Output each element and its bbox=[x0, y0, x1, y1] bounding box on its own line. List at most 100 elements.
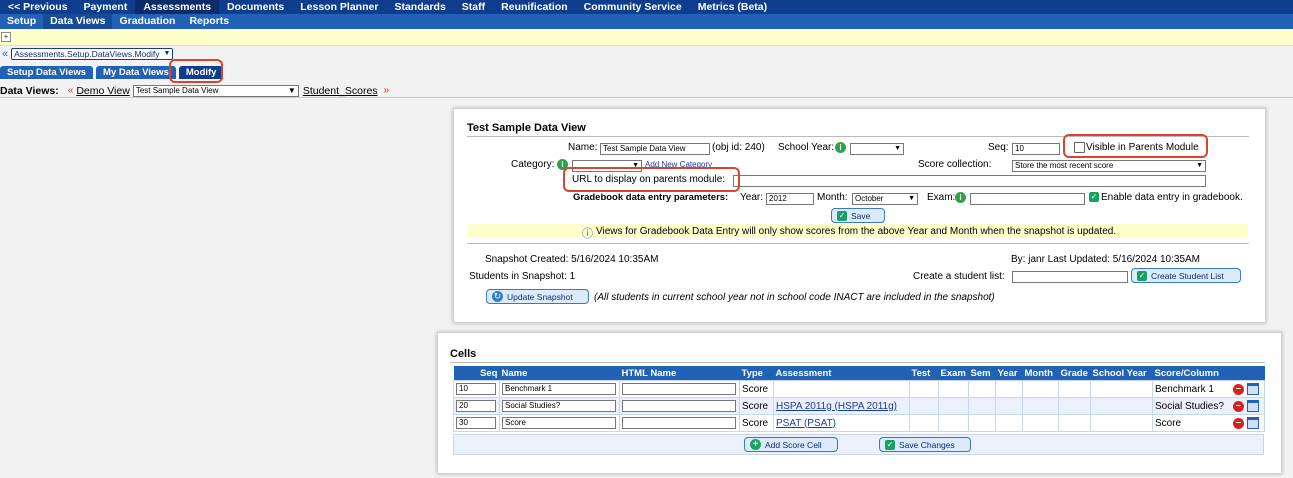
sem-cell bbox=[968, 414, 996, 432]
url-input[interactable] bbox=[733, 175, 1206, 187]
category-label: Category: bbox=[511, 159, 555, 170]
score-column-cell: Benchmark 1 – bbox=[1152, 380, 1265, 398]
calendar-icon[interactable] bbox=[1247, 417, 1259, 429]
tab-my-data-views[interactable]: My Data Views bbox=[96, 66, 176, 79]
delete-icon[interactable]: – bbox=[1233, 400, 1244, 412]
name-cell: Score bbox=[499, 414, 620, 432]
seq-input[interactable]: 30 bbox=[456, 417, 496, 429]
subnav-reports[interactable]: Reports bbox=[182, 14, 236, 29]
seq-input[interactable]: 10 bbox=[1012, 143, 1060, 155]
next-view-link[interactable]: Student_Scores bbox=[303, 85, 378, 97]
col-score-column: Score/Column bbox=[1152, 366, 1265, 381]
save-button[interactable]: ✓ Save bbox=[831, 208, 885, 223]
data-view-select[interactable]: Test Sample Data View ▼ bbox=[132, 84, 299, 97]
students-in-snapshot: Students in Snapshot: 1 bbox=[469, 271, 576, 282]
grade-cell bbox=[1058, 414, 1091, 432]
year-input[interactable]: 2012 bbox=[766, 193, 814, 205]
html-name-input[interactable] bbox=[622, 417, 736, 429]
test-cell bbox=[909, 380, 939, 398]
nav-payment[interactable]: Payment bbox=[76, 0, 136, 14]
info-text: Views for Gradebook Data Entry will only… bbox=[596, 226, 1117, 237]
add-score-cell-label: Add Score Cell bbox=[765, 439, 822, 450]
seq-input[interactable]: 20 bbox=[456, 400, 496, 412]
calendar-icon[interactable] bbox=[1247, 400, 1259, 412]
update-snapshot-button[interactable]: ↻ Update Snapshot bbox=[486, 289, 589, 304]
subnav-data-views[interactable]: Data Views bbox=[43, 14, 113, 29]
sem-cell bbox=[968, 397, 996, 415]
score-collection-value: Store the most recent score bbox=[1015, 161, 1114, 170]
check-icon: ✓ bbox=[837, 210, 847, 221]
url-highlight bbox=[563, 167, 740, 192]
name-input[interactable]: Test Sample Data View bbox=[600, 143, 710, 155]
breadcrumb-select[interactable]: Assessments.Setup.DataViews.Modify ▼ bbox=[11, 48, 174, 60]
info-icon: i bbox=[955, 192, 966, 203]
refresh-icon: ↻ bbox=[492, 291, 503, 302]
seq-cell: 20 bbox=[453, 397, 500, 415]
save-label: Save bbox=[851, 210, 871, 221]
prev-arrow-icon[interactable]: « bbox=[68, 85, 74, 96]
add-score-cell-button[interactable]: + Add Score Cell bbox=[744, 437, 838, 452]
delete-icon[interactable]: – bbox=[1233, 383, 1244, 395]
assessment-cell: PSAT (PSAT) bbox=[773, 414, 910, 432]
save-changes-label: Save Changes bbox=[899, 439, 955, 450]
enable-gradebook-checkbox[interactable]: ✓ bbox=[1089, 192, 1099, 202]
expand-icon[interactable]: + bbox=[1, 32, 11, 42]
assessment-cell[interactable] bbox=[773, 380, 910, 398]
score-collection-select[interactable]: Store the most recent score ▼ bbox=[1012, 160, 1206, 172]
nav-lesson-planner[interactable]: Lesson Planner bbox=[292, 0, 386, 14]
seq-input[interactable]: 10 bbox=[456, 383, 496, 395]
delete-icon[interactable]: – bbox=[1233, 417, 1244, 429]
col-name: Name bbox=[499, 366, 620, 381]
exam-input[interactable] bbox=[970, 193, 1085, 205]
subnav-setup[interactable]: Setup bbox=[0, 14, 43, 29]
col-school-year: School Year bbox=[1090, 366, 1153, 381]
create-list-input[interactable] bbox=[1012, 271, 1128, 283]
col-month: Month bbox=[1022, 366, 1059, 381]
name-input[interactable]: Score bbox=[502, 417, 616, 429]
prev-view-link[interactable]: Demo View bbox=[76, 85, 130, 97]
panel-title: Test Sample Data View bbox=[467, 122, 586, 134]
month-cell bbox=[1022, 380, 1059, 398]
obj-id-text: (obj id: 240) bbox=[712, 142, 765, 153]
data-views-label: Data Views: bbox=[0, 84, 59, 97]
create-student-list-button[interactable]: ✓ Create Student List bbox=[1131, 268, 1241, 283]
html-name-input[interactable] bbox=[622, 400, 736, 412]
score-column-cell: Score – bbox=[1152, 414, 1265, 432]
nav-staff[interactable]: Staff bbox=[454, 0, 493, 14]
assessment-link[interactable]: PSAT (PSAT) bbox=[776, 418, 836, 429]
year-label: Year: bbox=[740, 192, 763, 203]
grade-cell bbox=[1058, 397, 1091, 415]
col-exam: Exam bbox=[938, 366, 969, 381]
year-cell bbox=[995, 380, 1023, 398]
assessment-link[interactable]: HSPA 2011g (HSPA 2011g) bbox=[776, 401, 897, 412]
sem-cell bbox=[968, 380, 996, 398]
month-select[interactable]: October ▼ bbox=[852, 193, 918, 205]
create-list-button-label: Create Student List bbox=[1151, 270, 1224, 281]
info-circle-icon: ⓘ bbox=[582, 228, 593, 240]
score-column-text: Score bbox=[1155, 417, 1182, 429]
name-input[interactable]: Benchmark 1 bbox=[502, 383, 616, 395]
nav-documents[interactable]: Documents bbox=[219, 0, 292, 14]
html-name-input[interactable] bbox=[622, 383, 736, 395]
nav-reunification[interactable]: Reunification bbox=[493, 0, 576, 14]
back-chevron-icon[interactable]: « bbox=[2, 48, 8, 60]
name-input[interactable]: Social Studies? bbox=[502, 400, 616, 412]
save-changes-button[interactable]: ✓ Save Changes bbox=[879, 437, 971, 452]
nav-previous[interactable]: << Previous bbox=[0, 0, 76, 14]
subnav-graduation[interactable]: Graduation bbox=[112, 14, 182, 29]
month-cell bbox=[1022, 397, 1059, 415]
test-cell bbox=[909, 397, 939, 415]
tab-setup-data-views[interactable]: Setup Data Views bbox=[0, 66, 94, 79]
nav-metrics[interactable]: Metrics (Beta) bbox=[690, 0, 775, 14]
next-arrow-icon[interactable]: » bbox=[384, 85, 390, 96]
nav-assessments[interactable]: Assessments bbox=[135, 0, 220, 14]
breadcrumb-text: Assessments.Setup.DataViews.Modify bbox=[14, 49, 160, 59]
school-year-select[interactable]: ▼ bbox=[850, 143, 904, 155]
snapshot-rule bbox=[467, 243, 1249, 244]
nav-community-service[interactable]: Community Service bbox=[576, 0, 690, 14]
col-test: Test bbox=[909, 366, 939, 381]
year-cell bbox=[995, 397, 1023, 415]
calendar-icon[interactable] bbox=[1247, 383, 1259, 395]
type-cell: Score bbox=[739, 380, 774, 398]
nav-standards[interactable]: Standards bbox=[386, 0, 453, 14]
